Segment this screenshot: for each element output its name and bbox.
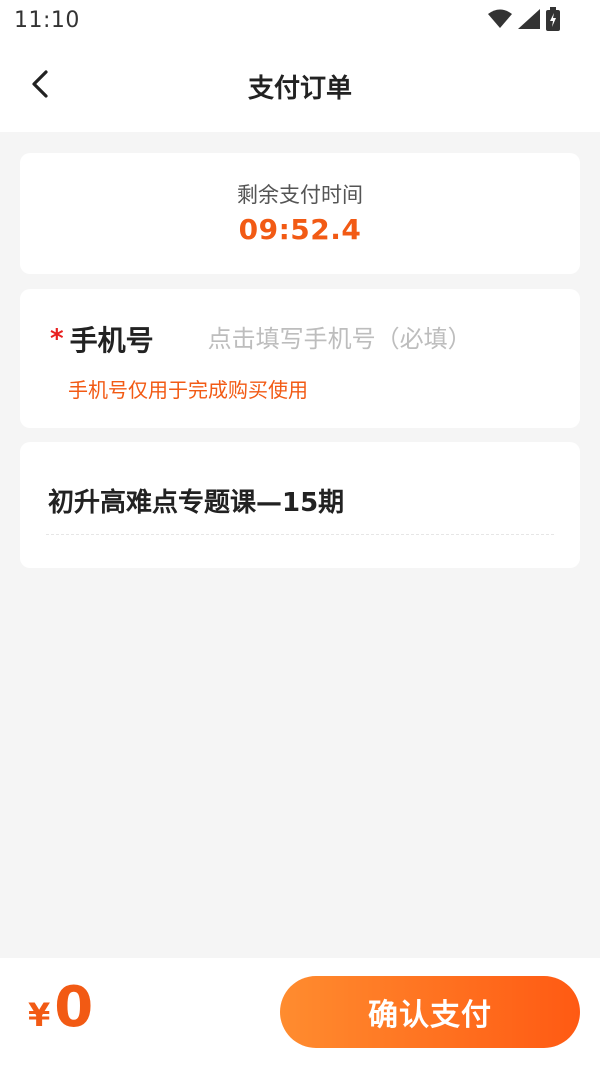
confirm-pay-button[interactable]: 确认支付 <box>280 976 580 1048</box>
phone-hint: 手机号仅用于完成购买使用 <box>68 378 308 402</box>
price: ¥ 0 <box>28 980 93 1036</box>
phone-label: 手机号 <box>69 324 154 357</box>
status-bar: 11:10 <box>0 0 600 40</box>
phone-input[interactable] <box>207 325 560 353</box>
wifi-icon <box>488 9 512 29</box>
payment-timer-card: 剩余支付时间 09:52.4 <box>20 153 580 274</box>
required-mark: * <box>50 324 64 354</box>
signal-icon <box>518 9 540 29</box>
timer-value: 09:52.4 <box>238 213 362 246</box>
course-card: 初升高难点专题课—15期 <box>20 442 580 568</box>
course-title: 初升高难点专题课—15期 <box>48 488 345 518</box>
nav-bar: 支付订单 <box>0 40 600 132</box>
price-currency: ¥ <box>28 996 51 1034</box>
page-title: 支付订单 <box>247 74 352 104</box>
timer-label: 剩余支付时间 <box>237 183 363 207</box>
battery-icon <box>546 7 560 31</box>
status-icons <box>488 7 560 31</box>
status-time: 11:10 <box>14 8 80 33</box>
price-amount: 0 <box>54 975 94 1040</box>
divider <box>46 534 554 535</box>
phone-row: * 手机号 <box>50 319 560 359</box>
bottom-bar: ¥ 0 确认支付 <box>0 958 600 1067</box>
phone-card: * 手机号 手机号仅用于完成购买使用 <box>20 289 580 428</box>
